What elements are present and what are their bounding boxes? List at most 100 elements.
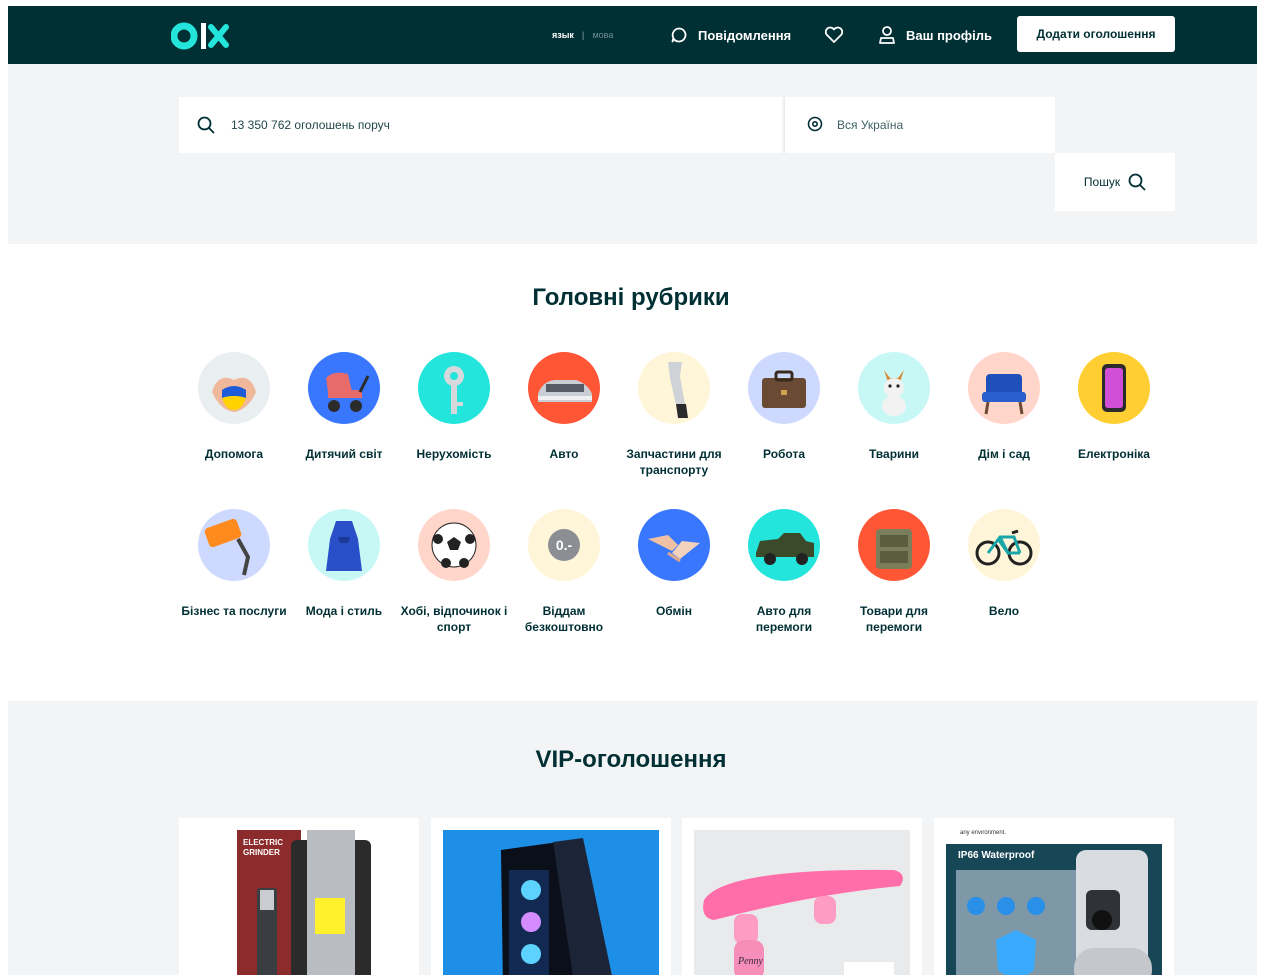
search-box xyxy=(179,97,782,153)
lang-ua-option[interactable]: мова xyxy=(592,30,613,40)
vip-image-text: ELECTRIC GRINDER xyxy=(243,838,283,857)
security-camera-product-icon: any environment. IP66 Waterproof xyxy=(946,830,1162,975)
vip-card[interactable]: any environment. IP66 Waterproof xyxy=(934,818,1174,975)
key-icon xyxy=(444,366,464,414)
vip-card[interactable]: ELECTRIC GRINDER xyxy=(179,818,419,975)
pc-case-product-icon xyxy=(443,830,659,975)
free-coin-icon: 0.- xyxy=(548,529,580,561)
svg-text:0.-: 0.- xyxy=(556,537,573,553)
category-label: Запчастини для транспорту xyxy=(626,447,722,477)
category-item[interactable]: Дім і сад xyxy=(949,352,1059,462)
pickup-truck-icon xyxy=(756,533,814,565)
category-item[interactable]: Електроніка xyxy=(1059,352,1169,462)
category-label: Робота xyxy=(762,447,806,461)
olx-logo[interactable] xyxy=(171,19,233,53)
military-goods-icon xyxy=(876,529,912,569)
hands-heart-icon xyxy=(212,377,256,412)
lang-separator: | xyxy=(581,30,585,40)
categories-title: Головні рубрики xyxy=(532,284,730,311)
vip-card[interactable] xyxy=(431,818,671,975)
chat-bubble-icon xyxy=(671,27,687,43)
heart-icon xyxy=(824,26,844,43)
paint-roller-icon xyxy=(204,518,251,576)
favorites-link[interactable] xyxy=(824,24,854,46)
search-icon xyxy=(1128,173,1146,191)
bicycle-icon xyxy=(975,529,1033,566)
dress-icon xyxy=(326,521,362,571)
armchair-icon xyxy=(982,374,1026,415)
vip-title: VIP-оголошення xyxy=(535,746,727,773)
soccer-ball-icon xyxy=(431,522,477,568)
category-item[interactable]: Допомога xyxy=(179,352,289,462)
category-item[interactable]: Авто для перемоги xyxy=(729,509,839,635)
category-label: Авто для перемоги xyxy=(755,604,813,634)
category-label: Авто xyxy=(549,447,579,461)
category-circle xyxy=(418,509,490,581)
skateboard-product-icon: Penny xyxy=(694,830,910,975)
category-circle xyxy=(198,352,270,424)
vip-image-caption: any environment. xyxy=(960,830,1007,836)
category-item[interactable]: Вело xyxy=(949,509,1059,619)
profile-label: Ваш профіль xyxy=(906,27,993,43)
category-circle xyxy=(858,352,930,424)
car-icon xyxy=(538,380,592,402)
category-circle xyxy=(198,509,270,581)
category-item[interactable]: Мода і стиль xyxy=(289,509,399,619)
category-circle xyxy=(308,509,380,581)
category-label: Вело xyxy=(988,604,1020,618)
category-label: Хобі, відпочинок і спорт xyxy=(400,604,508,634)
category-circle xyxy=(858,509,930,581)
wrench-icon xyxy=(668,362,688,418)
category-item[interactable]: Дитячий світ xyxy=(289,352,399,462)
phone-icon xyxy=(1102,364,1126,412)
search-button[interactable]: Пошук xyxy=(1055,153,1175,211)
category-circle xyxy=(968,352,1040,424)
category-item[interactable]: Запчастини для транспорту xyxy=(619,352,729,478)
category-label: Обмін xyxy=(655,604,693,618)
top-header: язык | мова Повідомлення Ваш профіль Додат… xyxy=(8,6,1257,64)
category-item[interactable]: Нерухомість xyxy=(399,352,509,462)
category-circle xyxy=(418,352,490,424)
add-listing-button[interactable]: Додати оголошення xyxy=(1017,16,1175,52)
category-circle xyxy=(748,352,820,424)
category-item[interactable]: Робота xyxy=(729,352,839,462)
grinder-product-icon: ELECTRIC GRINDER xyxy=(191,830,407,975)
lang-ru-option[interactable]: язык xyxy=(552,30,574,40)
category-circle xyxy=(748,509,820,581)
messages-label: Повідомлення xyxy=(698,27,792,43)
category-item[interactable]: Авто xyxy=(509,352,619,462)
category-circle xyxy=(638,352,710,424)
category-item[interactable]: Тварини xyxy=(839,352,949,462)
category-label: Тварини xyxy=(868,447,920,461)
dog-icon xyxy=(882,370,906,416)
search-input[interactable] xyxy=(229,117,713,133)
language-switch: язык | мова xyxy=(552,30,613,40)
category-item[interactable]: Товари для перемоги xyxy=(839,509,949,635)
category-item[interactable]: 0.- Віддам безкоштовно xyxy=(509,509,619,635)
category-item[interactable]: Обмін xyxy=(619,509,729,619)
category-circle xyxy=(968,509,1040,581)
category-label: Бізнес та послуги xyxy=(181,604,287,618)
category-label: Допомога xyxy=(204,447,264,461)
search-icon xyxy=(197,116,215,134)
stroller-icon xyxy=(326,372,370,412)
messages-link[interactable]: Повідомлення xyxy=(670,24,791,46)
vip-image-text: Penny xyxy=(738,956,763,967)
category-label: Товари для перемоги xyxy=(859,604,929,634)
category-label: Електроніка xyxy=(1078,447,1150,461)
category-label: Мода і стиль xyxy=(305,604,383,618)
search-band: Пошук xyxy=(8,64,1257,244)
profile-link[interactable]: Ваш профіль xyxy=(878,24,992,46)
vip-card[interactable]: Penny xyxy=(682,818,922,975)
category-label: Нерухомість xyxy=(416,447,492,461)
location-input[interactable] xyxy=(835,117,1039,133)
category-circle: 0.- xyxy=(528,509,600,581)
vip-image-text: IP66 Waterproof xyxy=(958,850,1035,861)
location-box xyxy=(784,97,1055,153)
category-circle xyxy=(638,509,710,581)
search-button-label: Пошук xyxy=(1083,175,1121,189)
category-item[interactable]: Бізнес та послуги xyxy=(179,509,289,619)
category-item[interactable]: Хобі, відпочинок і спорт xyxy=(399,509,509,635)
category-circle xyxy=(1078,352,1150,424)
briefcase-icon xyxy=(762,370,806,408)
